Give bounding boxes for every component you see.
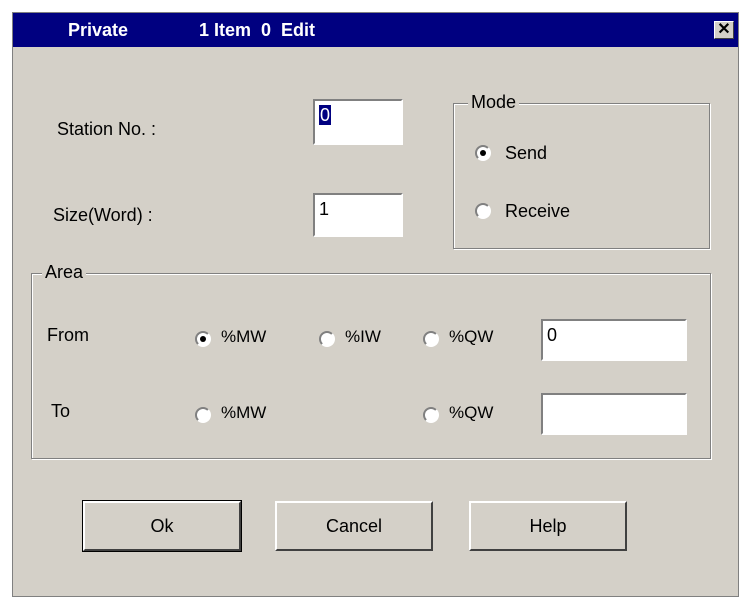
station-no-input[interactable]: 0	[313, 99, 403, 145]
to-qw-label[interactable]: %QW	[449, 403, 493, 423]
to-label: To	[51, 401, 71, 421]
help-button-label: Help	[529, 515, 567, 536]
size-word-label: Size(Word) :	[53, 205, 153, 225]
to-mw-radio[interactable]	[195, 407, 211, 423]
from-qw-label[interactable]: %QW	[449, 327, 493, 347]
mode-group-label: Mode	[468, 92, 520, 113]
mode-receive-label[interactable]: Receive	[505, 201, 570, 222]
ok-button[interactable]: Ok	[82, 500, 242, 552]
from-address-value: 0	[547, 325, 558, 345]
from-mw-radio[interactable]	[195, 331, 211, 347]
to-address-input[interactable]	[541, 393, 687, 435]
title-bar[interactable]: Private 1 Item 0 Edit ✕	[13, 13, 738, 47]
from-qw-radio[interactable]	[423, 331, 439, 347]
from-label: From	[47, 325, 89, 345]
size-word-input[interactable]: 1	[313, 193, 403, 237]
to-mw-label[interactable]: %MW	[221, 403, 266, 423]
from-iw-radio[interactable]	[319, 331, 335, 347]
size-word-value: 1	[319, 199, 330, 219]
mode-receive-radio[interactable]	[475, 203, 491, 219]
cancel-button[interactable]: Cancel	[275, 501, 433, 551]
from-address-input[interactable]: 0	[541, 319, 687, 361]
private-edit-dialog: Private 1 Item 0 Edit ✕ Station No. : 0 …	[12, 12, 739, 597]
from-iw-label[interactable]: %IW	[345, 327, 381, 347]
mode-group: Mode	[453, 92, 710, 249]
station-no-value: 0	[319, 105, 332, 125]
close-icon: ✕	[717, 21, 731, 38]
mode-send-radio[interactable]	[475, 145, 491, 161]
area-group-label: Area	[42, 262, 87, 283]
to-qw-radio[interactable]	[423, 407, 439, 423]
title-item-info: 1 Item 0 Edit	[199, 20, 316, 40]
close-button[interactable]: ✕	[714, 21, 734, 39]
ok-button-label: Ok	[150, 515, 174, 536]
cancel-button-label: Cancel	[325, 515, 383, 536]
help-button[interactable]: Help	[469, 501, 627, 551]
station-no-label: Station No. :	[57, 119, 157, 139]
mode-send-label[interactable]: Send	[505, 143, 547, 164]
from-mw-label[interactable]: %MW	[221, 327, 266, 347]
title-text: Private	[68, 20, 129, 40]
